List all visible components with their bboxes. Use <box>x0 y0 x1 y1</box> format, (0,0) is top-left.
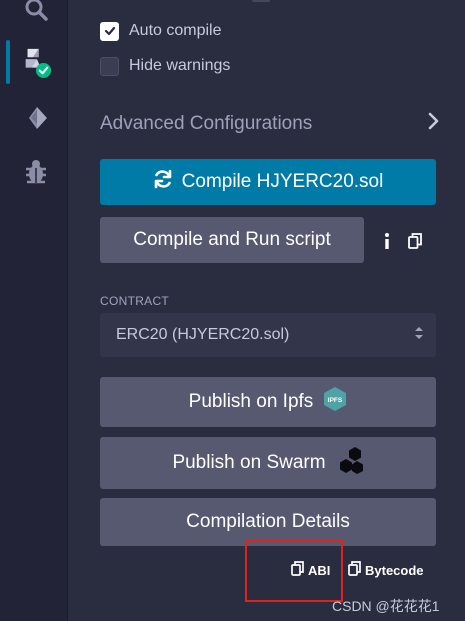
watermark: CSDN @花花花1 <box>332 598 440 614</box>
auto-compile-label: Auto compile <box>129 22 222 39</box>
contract-label: CONTRACT <box>100 294 170 308</box>
ipfs-icon: IPFS <box>323 386 347 418</box>
info-icon[interactable] <box>377 231 397 251</box>
debugger-icon[interactable] <box>20 156 52 188</box>
compile-run-script-label: Compile and Run script <box>133 229 331 250</box>
bytecode-label: Bytecode <box>365 562 424 578</box>
copy-bytecode-button[interactable]: Bytecode <box>348 561 424 579</box>
active-plugin-marker <box>6 40 10 84</box>
hide-warnings-option[interactable]: Hide warnings <box>100 56 230 76</box>
advanced-configurations-label: Advanced Configurations <box>100 113 313 134</box>
hide-warnings-checkbox[interactable] <box>100 56 119 76</box>
compile-button-label: Compile HJYERC20.sol <box>181 171 384 192</box>
publish-swarm-button[interactable]: Publish on Swarm <box>100 437 436 489</box>
highlight-annotation <box>245 540 343 602</box>
publish-ipfs-label: Publish on Ipfs <box>188 391 314 412</box>
contract-select[interactable]: ERC20 (HJYERC20.sol) <box>100 313 436 357</box>
solidity-compiler-panel: Auto compile Hide warnings Advanced Conf… <box>69 0 465 621</box>
version-select-edge <box>252 0 270 2</box>
chevron-right-icon[interactable] <box>428 112 440 136</box>
compilation-details-button[interactable]: Compilation Details <box>100 498 436 546</box>
solidity-compiler-icon[interactable] <box>20 46 52 78</box>
hide-warnings-label: Hide warnings <box>129 57 231 74</box>
copy-icon <box>348 561 361 579</box>
advanced-configurations-toggle[interactable]: Advanced Configurations <box>100 110 440 138</box>
publish-ipfs-button[interactable]: Publish on Ipfs IPFS <box>100 377 436 427</box>
deploy-run-icon[interactable] <box>20 102 52 134</box>
auto-compile-checkbox[interactable] <box>100 21 119 41</box>
svg-text:IPFS: IPFS <box>328 397 343 404</box>
auto-compile-option[interactable]: Auto compile <box>100 21 222 41</box>
compile-run-script-button[interactable]: Compile and Run script <box>100 217 364 263</box>
copy-icon[interactable] <box>405 231 425 251</box>
contract-select-value: ERC20 (HJYERC20.sol) <box>116 326 290 343</box>
refresh-icon <box>153 169 173 195</box>
search-icon[interactable] <box>20 0 52 26</box>
publish-swarm-label: Publish on Swarm <box>172 452 326 473</box>
compilation-details-label: Compilation Details <box>186 511 350 532</box>
swarm-icon <box>338 446 364 480</box>
icon-panel <box>0 0 68 621</box>
compile-button[interactable]: Compile HJYERC20.sol <box>100 159 436 205</box>
select-arrows-icon <box>414 325 424 346</box>
